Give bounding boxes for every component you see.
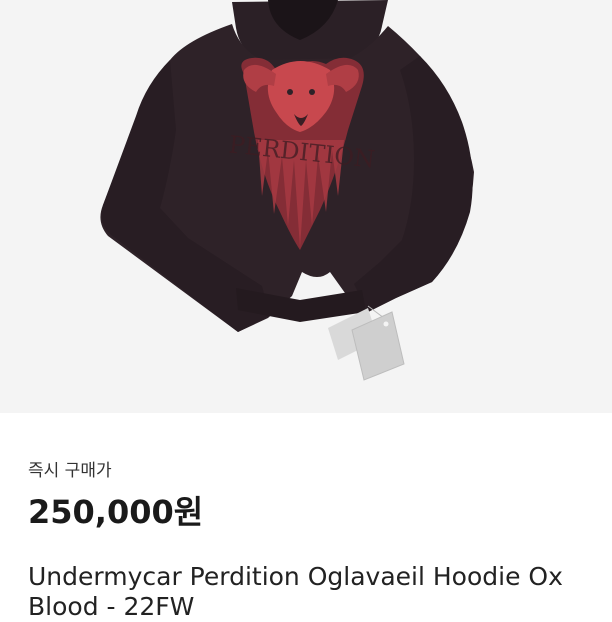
instant-buy-price-label: 즉시 구매가	[28, 461, 112, 481]
product-info: 즉시 구매가 250,000원 Undermycar Perdition Ogl…	[0, 413, 612, 621]
product-title-line2: Blood - 22FW	[28, 592, 195, 621]
graphic-left-eye	[287, 89, 293, 95]
product-image[interactable]: PERDITION	[0, 0, 612, 413]
price-value: 250,000원	[28, 493, 204, 531]
hoodie-illustration: PERDITION	[100, 0, 474, 381]
graphic-right-eye	[309, 89, 315, 95]
product-title[interactable]: Undermycar Perdition Oglavaeil Hoodie Ox…	[28, 562, 598, 622]
product-title-line1: Undermycar Perdition Oglavaeil Hoodie Ox	[28, 562, 563, 591]
tag-hole	[383, 321, 389, 327]
